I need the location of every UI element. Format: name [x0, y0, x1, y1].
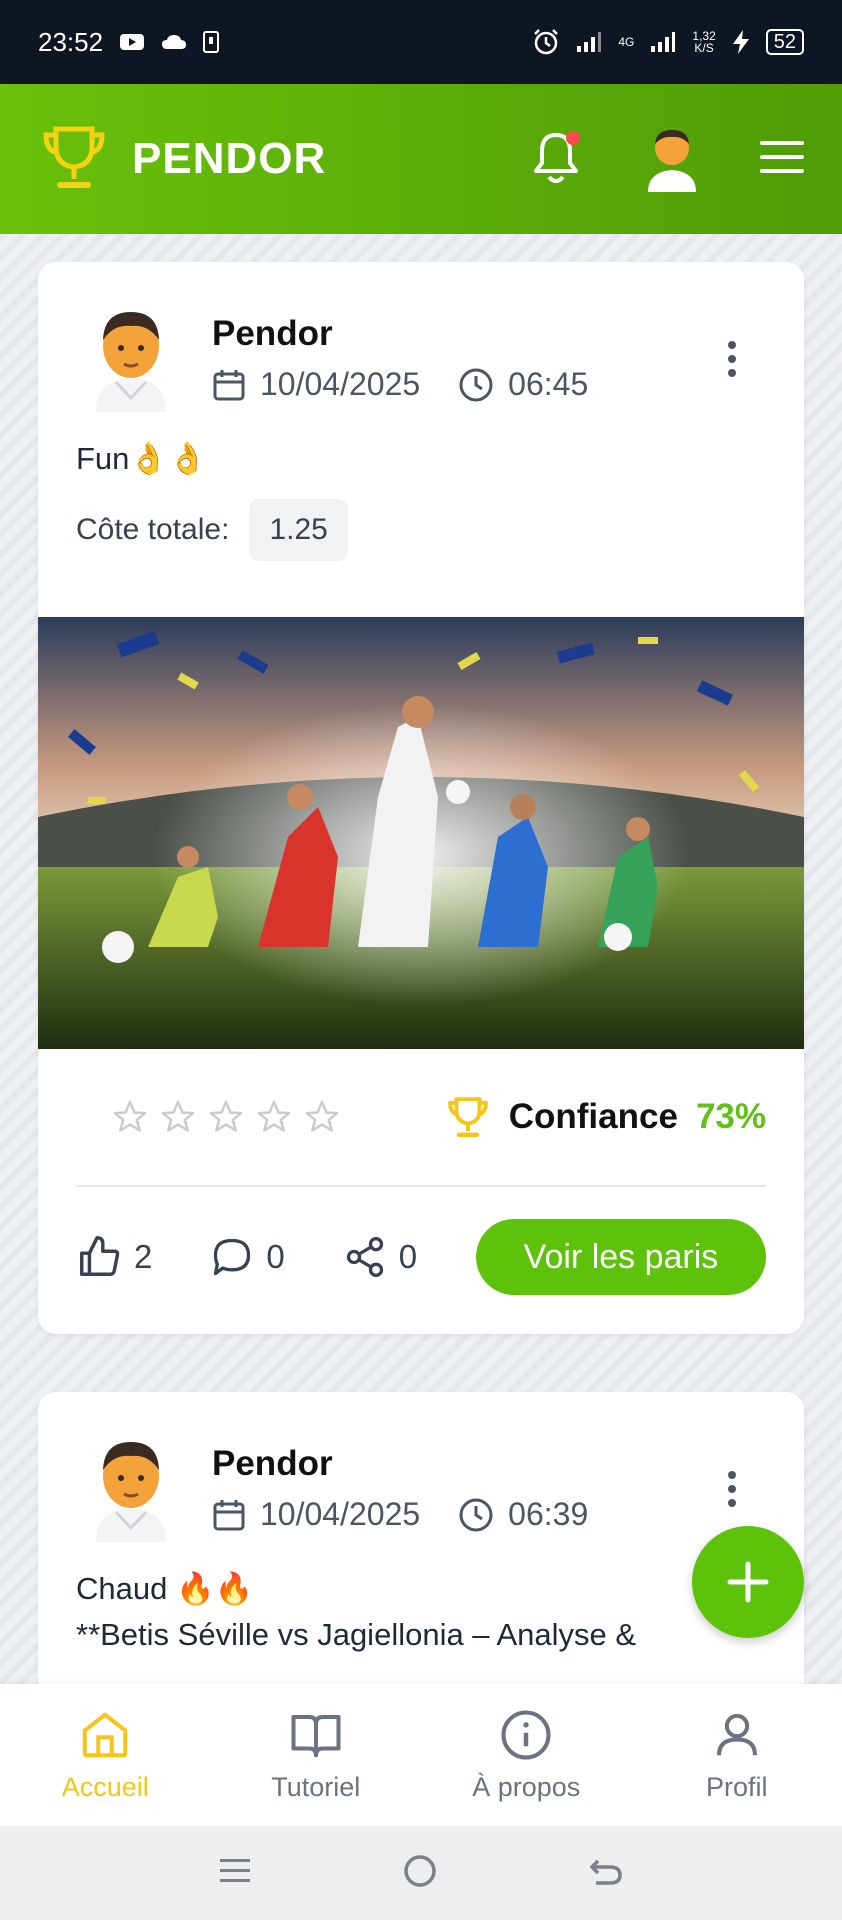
comment-icon	[214, 1238, 251, 1276]
avatar	[648, 129, 696, 192]
post-options-button[interactable]	[726, 1470, 738, 1513]
post-text-line-2: **Betis Séville vs Jagiellonia – Analyse…	[76, 1617, 637, 1652]
network-speed: 1,32 K/S	[692, 30, 715, 54]
post-author[interactable]: Pendor	[212, 314, 588, 354]
post-time: 06:45	[508, 366, 589, 402]
post-date: 10/04/2025	[260, 366, 421, 402]
more-vertical-icon	[728, 341, 736, 377]
post-text-line-1: Chaud 🔥🔥	[76, 1571, 254, 1606]
post-author[interactable]: Pendor	[212, 1444, 588, 1484]
comment-button[interactable]: 0	[210, 1235, 285, 1279]
home-icon	[82, 1712, 128, 1757]
star-icon[interactable]	[256, 1099, 292, 1135]
trophy-icon	[38, 121, 110, 198]
clock-icon	[459, 1498, 493, 1531]
charging-icon	[732, 30, 750, 54]
phone-icon	[203, 31, 220, 53]
nav-item-profil[interactable]: Profil	[642, 1708, 832, 1803]
home-circle-icon	[404, 1854, 436, 1887]
calendar-icon	[213, 369, 245, 400]
menu-icon	[760, 140, 804, 173]
share-icon	[346, 1237, 383, 1277]
network-type: 4G	[618, 35, 635, 49]
status-bar: 23:52 4G 1,32 K/S 52	[0, 0, 842, 84]
comment-count: 0	[266, 1238, 285, 1275]
star-icon[interactable]	[208, 1099, 244, 1135]
confidence-value: 73%	[695, 1097, 766, 1136]
nav-item-a-propos[interactable]: À propos	[431, 1708, 621, 1803]
share-count: 0	[398, 1238, 418, 1275]
recent-apps-button[interactable]	[218, 1856, 252, 1891]
app-title: PENDOR	[132, 134, 327, 183]
notifications-button[interactable]	[528, 127, 584, 192]
calendar-icon	[213, 1499, 245, 1530]
network-speed-unit: K/S	[694, 41, 714, 55]
recents-icon	[220, 1858, 250, 1882]
star-icon[interactable]	[160, 1099, 196, 1135]
odds-value: 1.25	[249, 499, 348, 561]
odds-label: Côte totale:	[76, 513, 230, 546]
home-system-button[interactable]	[402, 1853, 438, 1894]
more-vertical-icon	[728, 1471, 736, 1507]
bottom-navigation: Accueil Tutoriel À propos Profil	[0, 1684, 842, 1826]
trophy-icon	[447, 1097, 488, 1138]
like-button[interactable]: 2	[76, 1234, 152, 1280]
view-bets-button[interactable]: Voir les paris	[476, 1219, 766, 1295]
status-time: 23:52	[38, 26, 104, 57]
post-options-button[interactable]	[726, 340, 738, 383]
nav-item-tutoriel[interactable]: Tutoriel	[221, 1708, 411, 1803]
notification-badge	[566, 130, 580, 145]
post-time: 06:39	[508, 1496, 589, 1532]
rating-stars[interactable]	[112, 1099, 340, 1135]
back-button[interactable]	[588, 1853, 624, 1894]
youtube-icon	[119, 32, 145, 52]
back-icon	[590, 1859, 622, 1885]
battery-indicator: 52	[765, 29, 804, 55]
post-image[interactable]	[38, 617, 804, 1049]
alarm-icon	[532, 28, 560, 56]
nav-label: Accueil	[61, 1771, 149, 1802]
post-card: Pendor 10/04/2025 06:39 Chaud 🔥🔥 **Betis…	[38, 1392, 804, 1684]
feed[interactable]: Pendor 10/04/2025 06:45 Fun👌👌 Côte total…	[0, 234, 842, 1684]
user-icon	[716, 1713, 757, 1755]
avatar-icon	[96, 312, 166, 412]
post-text: Fun👌👌	[76, 441, 207, 476]
create-post-button[interactable]	[692, 1526, 804, 1638]
thumbs-up-icon	[80, 1236, 120, 1276]
nav-label: Profil	[705, 1771, 768, 1802]
nav-label: Tutoriel	[271, 1771, 361, 1802]
cloud-icon	[161, 33, 187, 51]
menu-button[interactable]	[760, 139, 804, 180]
author-avatar[interactable]	[76, 302, 186, 412]
share-button[interactable]: 0	[343, 1235, 417, 1279]
star-icon[interactable]	[304, 1099, 340, 1135]
confidence-label: Confiance	[508, 1097, 678, 1136]
post-card: Pendor 10/04/2025 06:45 Fun👌👌 Côte total…	[38, 262, 804, 1334]
plus-icon	[727, 1561, 769, 1603]
author-avatar[interactable]	[76, 1432, 186, 1542]
like-count: 2	[134, 1238, 153, 1275]
signal-icon-2	[650, 31, 676, 53]
nav-label: À propos	[472, 1771, 581, 1802]
nav-item-accueil[interactable]: Accueil	[10, 1708, 200, 1803]
profile-avatar-button[interactable]	[642, 122, 702, 197]
app-bar: PENDOR	[0, 84, 842, 234]
signal-icon	[576, 31, 602, 53]
avatar-icon	[96, 1442, 166, 1542]
star-icon[interactable]	[112, 1099, 148, 1135]
post-date: 10/04/2025	[260, 1496, 421, 1532]
system-navigation-bar	[0, 1826, 842, 1920]
book-icon	[291, 1714, 341, 1757]
clock-icon	[459, 368, 493, 401]
info-icon	[501, 1709, 551, 1760]
